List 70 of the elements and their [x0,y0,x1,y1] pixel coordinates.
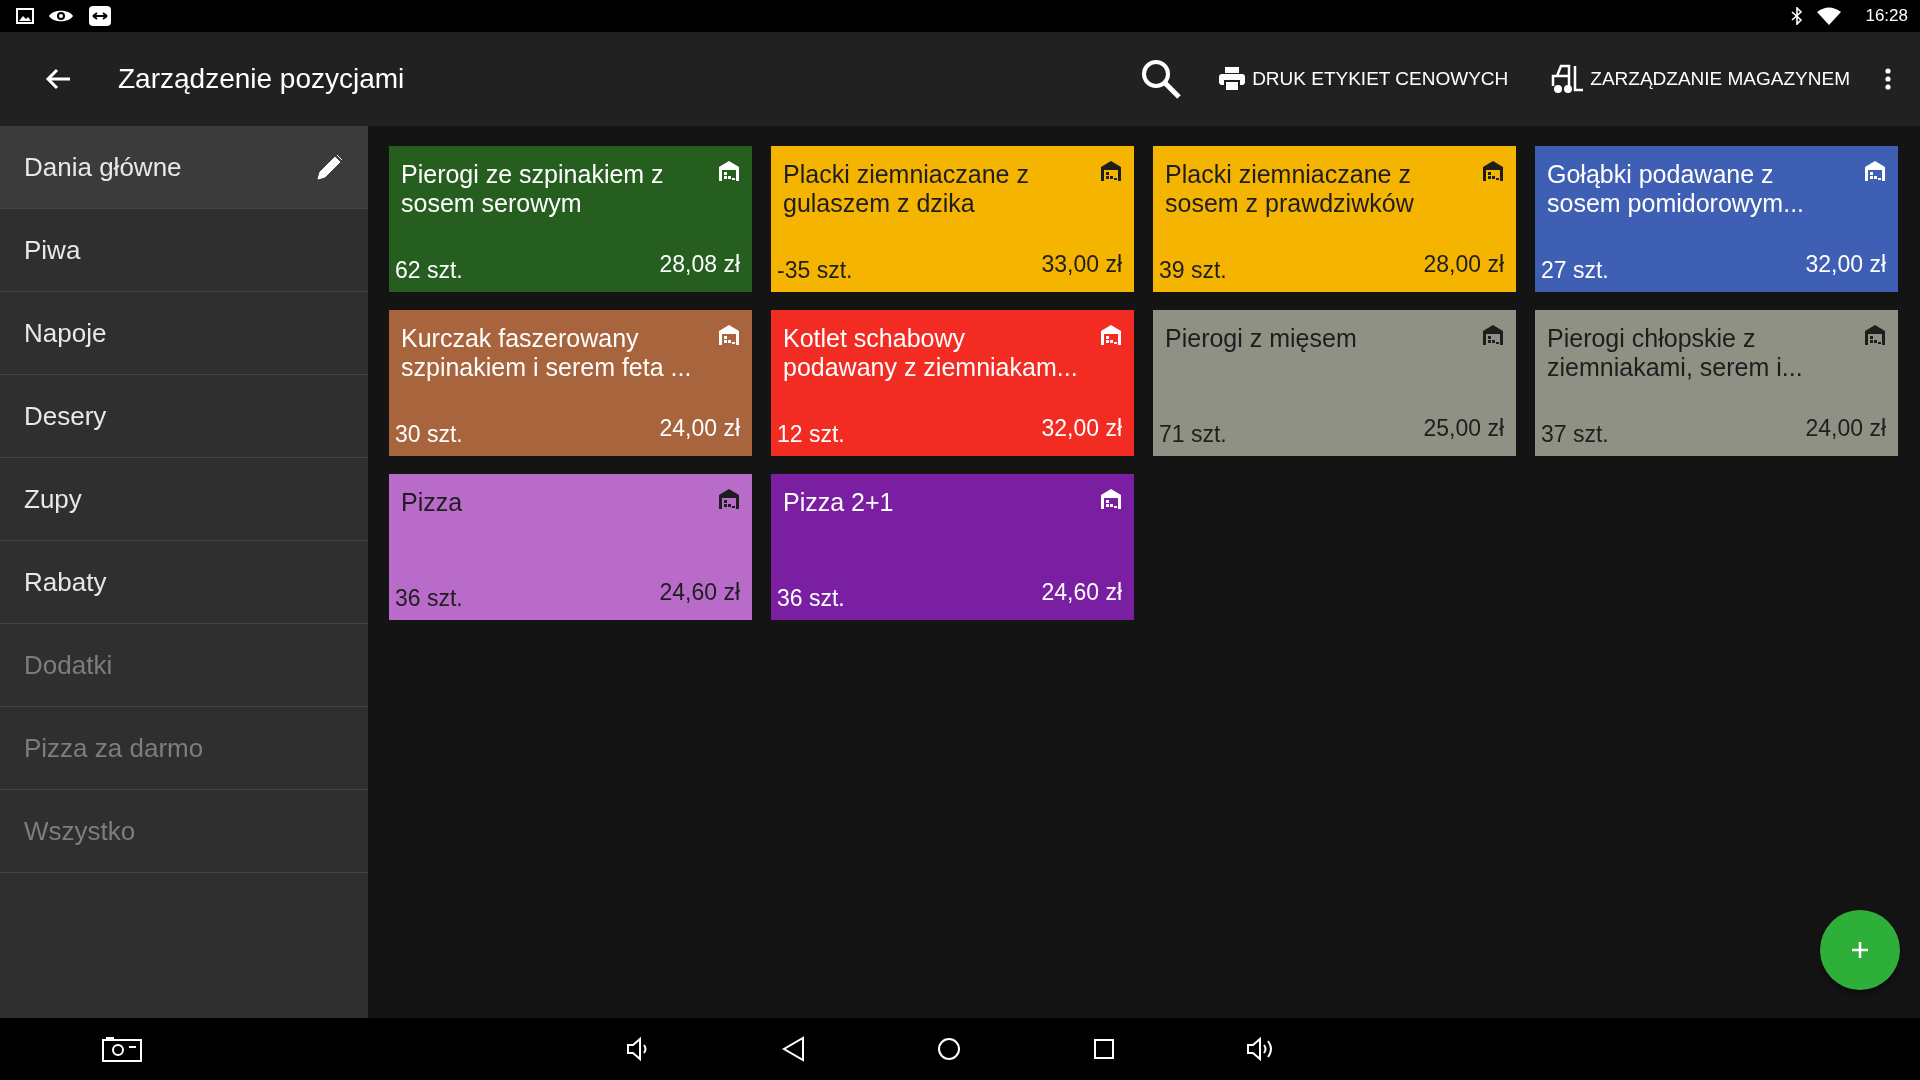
product-price: 24,60 zł [659,579,740,606]
product-name: Pierogi ze szpinakiem z sosem serowym [401,160,665,218]
category-item[interactable]: Zupy [0,458,368,541]
product-name: Pierogi z mięsem [1165,324,1357,353]
category-item[interactable]: Dania główne [0,126,368,209]
product-tile[interactable]: Pizza 36 szt. 24,60 zł [389,474,752,620]
eye-icon [48,8,74,24]
warehouse-icon [1864,160,1886,182]
category-item[interactable]: Rabaty [0,541,368,624]
product-price: 24,00 zł [659,415,740,442]
print-labels-button[interactable]: DRUK ETYKIET CENOWYCH [1208,58,1519,100]
warehouse-icon [1482,160,1504,182]
more-icon[interactable] [1884,67,1892,91]
product-name: Pierogi chłopskie z ziemniakami, serem i... [1547,324,1804,382]
product-tile[interactable]: Pierogi ze szpinakiem z sosem serowym 62 szt. 28,08 zł [389,146,752,292]
product-name: Kurczak faszerowany szpinakiem i serem feta ... [401,324,693,382]
product-tile[interactable]: Pierogi z mięsem 71 szt. 25,00 zł [1153,310,1516,456]
product-tile[interactable]: Gołąbki podawane z sosem pomidorowym... 27 szt. 32,00 zł [1535,146,1898,292]
product-name: Placki ziemniaczane z gulaszem z dzika [783,160,1030,218]
bluetooth-icon [1791,7,1804,25]
product-name: Gołąbki podawane z sosem pomidorowym... [1547,160,1806,218]
warehouse-icon [1100,324,1122,346]
stock-quantity: 62 szt. [395,257,463,284]
warehouse-icon [1100,160,1122,182]
product-tile[interactable]: Kurczak faszerowany szpinakiem i serem feta ... 30 szt. 24,00 zł [389,310,752,456]
forklift-icon [1550,64,1585,94]
printer-icon [1218,66,1247,92]
product-name: Pizza 2+1 [783,488,894,517]
product-price: 33,00 zł [1041,251,1122,278]
stock-quantity: 71 szt. [1159,421,1227,448]
product-price: 25,00 zł [1423,415,1504,442]
product-name: Kotlet schabowy podawany z ziemniakam... [783,324,1079,382]
stock-quantity: 27 szt. [1541,257,1609,284]
product-name: Pizza [401,488,463,517]
warehouse-icon [1864,324,1886,346]
product-name: Placki ziemniaczane z sosem z prawdziwków [1165,160,1415,218]
product-price: 24,60 zł [1041,579,1122,606]
stock-quantity: 36 szt. [777,585,845,612]
product-price: 28,08 zł [659,251,740,278]
product-tile[interactable]: Placki ziemniaczane z sosem z prawdziwków 39 szt. 28,00 zł [1153,146,1516,292]
warehouse-icon [718,488,740,510]
warehouse-button[interactable]: ZARZĄDZANIE MAGAZYNEM [1540,56,1860,102]
plus-icon[interactable] [1850,940,1870,960]
warehouse-icon [1100,488,1122,510]
product-tile[interactable]: Pizza 2+1 36 szt. 24,60 zł [771,474,1134,620]
wifi-icon [1817,7,1842,25]
stock-quantity: 36 szt. [395,585,463,612]
stock-quantity: 37 szt. [1541,421,1609,448]
clock-time: 16:28 [1865,6,1908,26]
product-tile[interactable]: Placki ziemniaczane z gulaszem z dzika -35 szt. 33,00 zł [771,146,1134,292]
category-item[interactable]: Napoje [0,292,368,375]
screen-title: Zarządzenie pozycjami [118,63,405,95]
product-price: 24,00 zł [1805,415,1886,442]
product-tile[interactable]: Pierogi chłopskie z ziemniakami, serem i... 37 szt. 24,00 zł [1535,310,1898,456]
warehouse-icon [718,160,740,182]
warehouse-icon [718,324,740,346]
stock-quantity: 12 szt. [777,421,845,448]
stock-quantity: 39 szt. [1159,257,1227,284]
product-price: 32,00 zł [1041,415,1122,442]
stock-quantity: -35 szt. [777,257,853,284]
product-price: 28,00 zł [1423,251,1504,278]
category-item[interactable]: Desery [0,375,368,458]
edit-icon[interactable] [316,153,344,181]
warehouse-icon [1482,324,1504,346]
category-item[interactable]: Piwa [0,209,368,292]
product-tile[interactable]: Kotlet schabowy podawany z ziemniakam... 12 szt. 32,00 zł [771,310,1134,456]
stock-quantity: 30 szt. [395,421,463,448]
product-price: 32,00 zł [1805,251,1886,278]
image-icon [16,8,34,24]
remote-icon [88,5,112,27]
